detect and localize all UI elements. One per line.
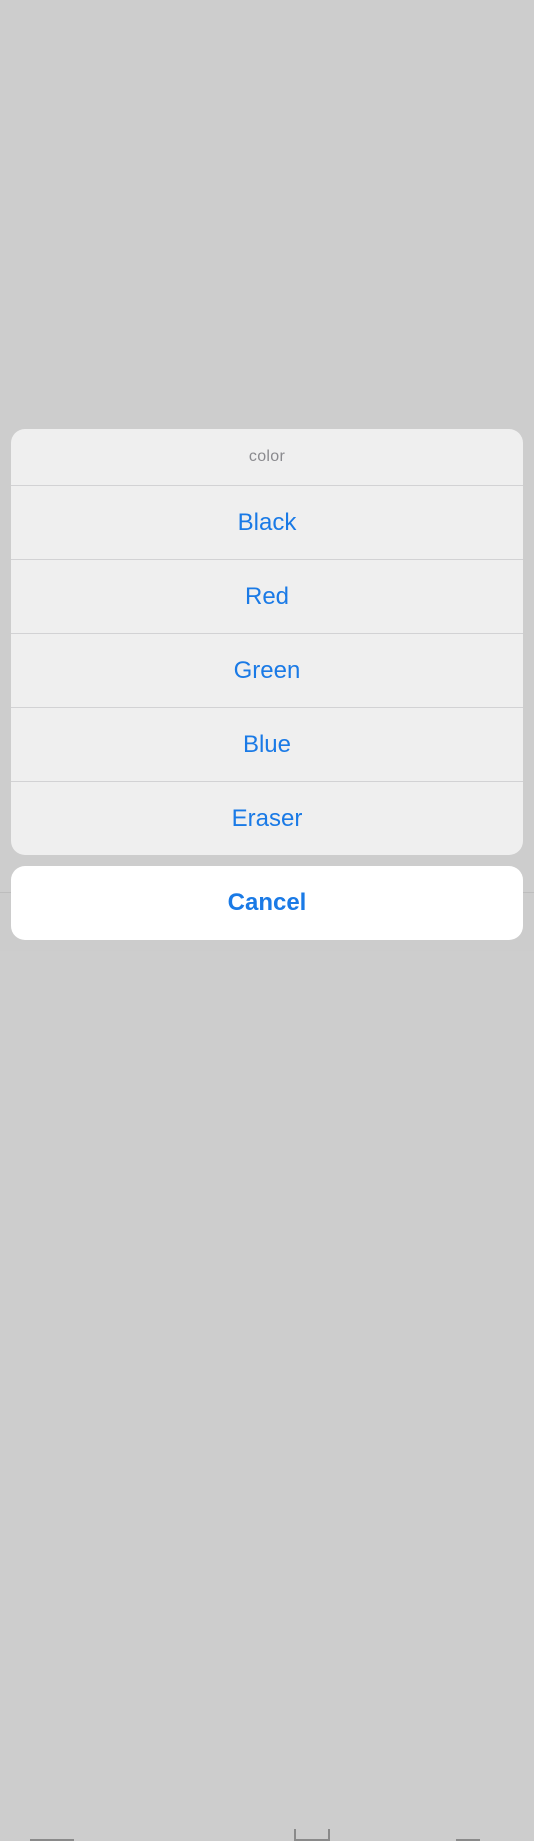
- toolbar-item-hint: [456, 1829, 480, 1841]
- action-eraser-button[interactable]: Eraser: [11, 782, 523, 855]
- action-green-button[interactable]: Green: [11, 634, 523, 708]
- action-black-button[interactable]: Black: [11, 486, 523, 560]
- toolbar-item-hint: [294, 1829, 330, 1841]
- toolbar-item-hint: [30, 1829, 74, 1841]
- cancel-button[interactable]: Cancel: [11, 866, 523, 940]
- action-red-button[interactable]: Red: [11, 560, 523, 634]
- action-sheet: color Black Red Green Blue Eraser: [11, 429, 523, 855]
- action-blue-button[interactable]: Blue: [11, 708, 523, 782]
- action-sheet-title: color: [11, 429, 523, 486]
